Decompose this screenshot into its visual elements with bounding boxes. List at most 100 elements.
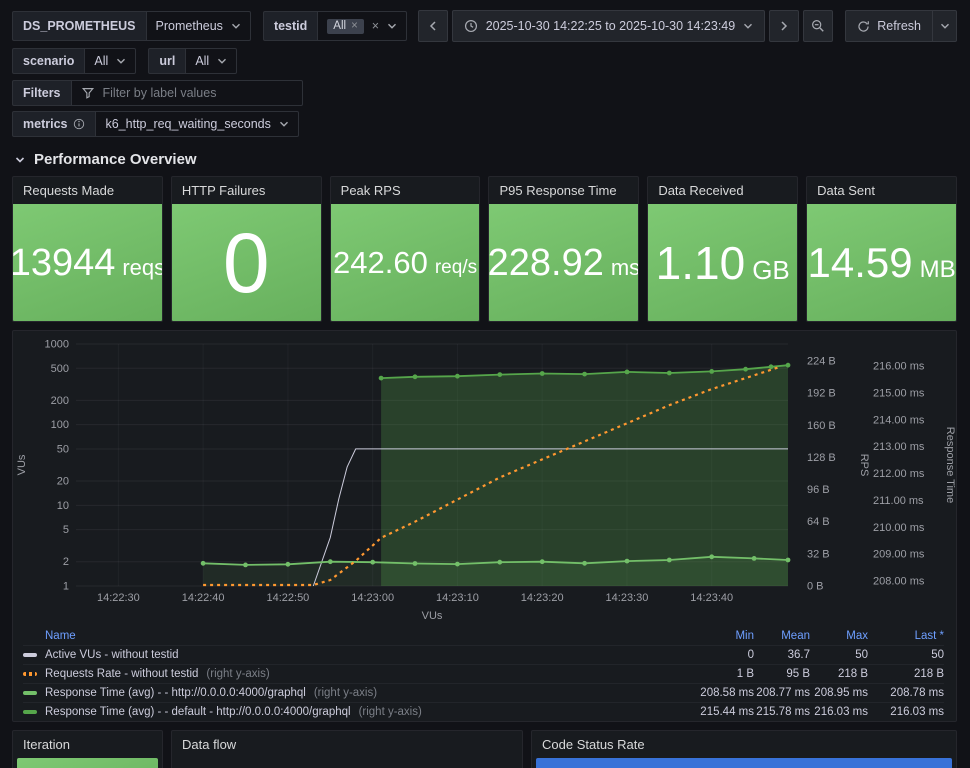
svg-text:128 B: 128 B xyxy=(807,452,836,464)
stat-value: 13944 xyxy=(12,241,116,284)
legend-header-min[interactable]: Min xyxy=(684,630,754,642)
datasource-select[interactable]: Prometheus xyxy=(145,11,251,41)
svg-text:Response Time: Response Time xyxy=(944,427,956,503)
legend-value-last: 208.78 ms xyxy=(890,687,944,699)
performance-chart[interactable]: 1 2 5 10 20 50 100 200 500 1000 14:22:30 14:22:40 14… xyxy=(13,331,956,625)
legend-header-max[interactable]: Max xyxy=(810,630,868,642)
svg-text:VUs: VUs xyxy=(16,454,28,475)
svg-text:14:22:50: 14:22:50 xyxy=(266,592,309,604)
scenario-select[interactable]: All xyxy=(84,48,137,74)
section-performance-overview[interactable]: Performance Overview xyxy=(14,151,957,168)
time-controls: 2025-10-30 14:22:25 to 2025-10-30 14:23:… xyxy=(417,10,957,42)
legend-header-mean[interactable]: Mean xyxy=(754,630,810,642)
metrics-select[interactable]: k6_http_req_waiting_seconds xyxy=(95,111,299,137)
panel-title: Data Sent xyxy=(817,183,875,198)
stat-unit: GB xyxy=(752,254,790,285)
svg-text:20: 20 xyxy=(57,476,69,488)
stat-value-area: 14.59 MB xyxy=(807,204,956,321)
chart-legend: Name Min Mean Max Last * Active VUs - without… xyxy=(13,625,956,721)
stat-value-area: 228.92 ms xyxy=(489,204,638,321)
svg-text:2: 2 xyxy=(63,556,69,568)
bottom-panel-code-status-rate: Code Status Rate xyxy=(531,730,957,768)
timeseries-panel: 1 2 5 10 20 50 100 200 500 1000 14:22:30 14:22:40 14… xyxy=(12,330,957,722)
time-range-picker[interactable]: 2025-10-30 14:22:25 to 2025-10-30 14:23:… xyxy=(451,10,766,42)
metrics-picker: metrics k6_http_req_waiting_seconds xyxy=(12,111,299,137)
scenario-picker: scenario All xyxy=(12,48,137,74)
chevron-down-icon xyxy=(279,119,289,129)
stat-unit: reqs xyxy=(122,254,163,280)
status-bar-gauge xyxy=(536,758,952,768)
url-picker: url All xyxy=(148,48,238,74)
chevron-down-icon xyxy=(940,21,950,31)
filter-input[interactable] xyxy=(102,86,293,100)
svg-text:500: 500 xyxy=(51,363,69,375)
svg-text:14:22:30: 14:22:30 xyxy=(97,592,140,604)
legend-row-active-vus-without-testid: Active VUs - without testid 0 36.7 50 50 xyxy=(23,645,944,664)
legend-row-requests-rate-without-testid: Requests Rate - without testid (right y-a… xyxy=(23,664,944,683)
time-shift-forward-button[interactable] xyxy=(769,10,800,42)
chip-remove-icon[interactable]: × xyxy=(351,20,358,32)
datasource-picker: DS_PROMETHEUS Prometheus xyxy=(12,11,251,41)
svg-text:RPS: RPS xyxy=(858,454,870,477)
svg-text:224 B: 224 B xyxy=(807,356,836,368)
svg-text:14:23:20: 14:23:20 xyxy=(521,592,564,604)
series-name: Requests Rate - without testid xyxy=(45,668,199,680)
legend-series-toggle[interactable]: Active VUs - without testid xyxy=(23,649,684,661)
svg-text:160 B: 160 B xyxy=(807,420,836,432)
time-shift-back-button[interactable] xyxy=(417,10,448,42)
url-value: All xyxy=(195,54,210,68)
scenario-label: scenario xyxy=(12,48,85,74)
legend-value-mean: 95 B xyxy=(786,668,810,680)
zoom-out-icon xyxy=(811,19,825,33)
chevron-left-icon xyxy=(428,20,438,32)
panel-title: Data Received xyxy=(658,183,744,198)
svg-text:1000: 1000 xyxy=(45,339,69,351)
series-name: Active VUs - without testid xyxy=(45,649,179,661)
legend-row-response-time-avg-default-http-0-0-0-0-4: Response Time (avg) - - default - http:/… xyxy=(23,702,944,721)
metrics-label-text: metrics xyxy=(23,117,68,131)
svg-text:VUs: VUs xyxy=(422,610,443,622)
stat-panel-data-received: Data Received 1.10 GB xyxy=(647,176,799,322)
stat-unit: ms xyxy=(610,254,640,280)
legend-value-mean: 36.7 xyxy=(787,649,810,661)
bottom-panel-row: Iteration Data flow Code Status Rate xyxy=(12,730,957,768)
panel-title: Code Status Rate xyxy=(542,737,645,752)
clear-selection-icon[interactable]: × xyxy=(372,19,379,33)
url-select[interactable]: All xyxy=(185,48,238,74)
legend-series-toggle[interactable]: Requests Rate - without testid (right y-a… xyxy=(23,668,684,680)
refresh-interval-dropdown[interactable] xyxy=(933,10,957,42)
iteration-stat-area xyxy=(17,758,158,768)
grafana-dashboard: DS_PROMETHEUS Prometheus testid All × × xyxy=(0,0,970,768)
legend-series-toggle[interactable]: Response Time (avg) - - default - http:/… xyxy=(23,706,684,718)
svg-text:50: 50 xyxy=(57,443,69,455)
refresh-button-group: Refresh xyxy=(845,10,957,42)
refresh-button[interactable]: Refresh xyxy=(845,10,933,42)
series-color-marker xyxy=(23,672,37,676)
bottom-panel-data-flow: Data flow xyxy=(171,730,523,768)
zoom-out-button[interactable] xyxy=(803,10,834,42)
stat-panel-requests-made: Requests Made 13944 reqs xyxy=(12,176,163,322)
info-circle-icon[interactable] xyxy=(73,118,85,130)
chevron-down-icon xyxy=(116,56,126,66)
series-color-marker xyxy=(23,710,37,714)
legend-header-last[interactable]: Last * xyxy=(868,630,944,642)
filter-input-box xyxy=(70,80,303,106)
legend-row-response-time-avg-http-0-0-0-0-4000-grap: Response Time (avg) - - http://0.0.0.0:4… xyxy=(23,683,944,702)
panel-title: Data flow xyxy=(182,737,237,752)
testid-chip[interactable]: All × xyxy=(327,18,364,34)
legend-value-last: 218 B xyxy=(913,668,944,680)
legend-value-mean: 215.78 ms xyxy=(756,706,810,718)
chevron-down-icon xyxy=(387,21,397,31)
legend-series-toggle[interactable]: Response Time (avg) - - http://0.0.0.0:4… xyxy=(23,687,684,699)
scenario-value: All xyxy=(94,54,109,68)
svg-text:14:23:10: 14:23:10 xyxy=(436,592,479,604)
stat-unit: MB xyxy=(919,255,956,283)
svg-text:212.00 ms: 212.00 ms xyxy=(873,468,925,480)
legend-header-name[interactable]: Name xyxy=(45,630,76,642)
toolbar-row-2: scenario All url All xyxy=(12,48,957,74)
svg-text:100: 100 xyxy=(51,419,69,431)
time-range-text: 2025-10-30 14:22:25 to 2025-10-30 14:23:… xyxy=(485,19,736,33)
testid-select[interactable]: All × × xyxy=(317,11,408,41)
svg-text:32 B: 32 B xyxy=(807,548,830,560)
legend-value-max: 50 xyxy=(855,649,868,661)
